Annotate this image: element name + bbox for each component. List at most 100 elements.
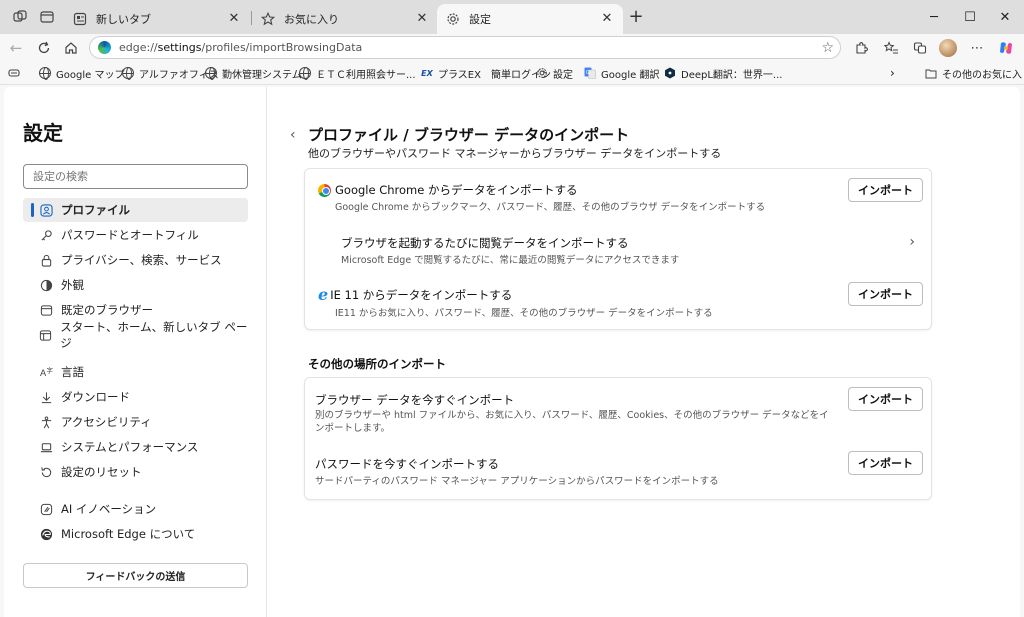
sidebar-item-label: システムとパフォーマンス xyxy=(61,440,199,454)
import-browsers-card: Google Chrome からデータをインポートする Google Chrom… xyxy=(304,168,932,330)
address-toolbar: ← edge://settings/profiles/importBrowsin… xyxy=(0,34,1024,61)
maximize-button[interactable]: ☐ xyxy=(955,6,985,28)
settings-search-input[interactable] xyxy=(23,164,248,189)
tab-settings[interactable]: 設定 ✕ xyxy=(437,4,623,34)
favorite-label: 設定 xyxy=(553,69,573,81)
favorite-item[interactable]: G Google 翻訳 xyxy=(583,65,659,81)
sidebar-item-ai-innovation[interactable]: AI イノベーション xyxy=(23,497,248,521)
sidebar-item-about[interactable]: Microsoft Edge について xyxy=(23,522,248,546)
favorite-item[interactable]: ＥＴＣ利用照会サー... xyxy=(298,65,416,81)
new-tab-page-icon xyxy=(72,11,88,27)
page-title: 設定 xyxy=(23,121,63,145)
settings-content: ‹ プロファイル / ブラウザー データのインポート 他のブラウザーやパスワード… xyxy=(268,87,1020,617)
globe-icon xyxy=(38,66,52,80)
other-favorites-folder[interactable]: その他のお気に入り xyxy=(924,65,1024,81)
profile-button[interactable] xyxy=(937,37,959,59)
row-description: Microsoft Edge で閲覧するたびに、常に最近の閲覧データにアクセスで… xyxy=(341,255,680,266)
import-ie11-button[interactable]: インポート xyxy=(848,282,923,306)
sidebar-item-label: 言語 xyxy=(61,365,84,379)
sidebar-item-downloads[interactable]: ダウンロード xyxy=(23,385,248,409)
home-button[interactable] xyxy=(60,37,82,59)
tab-favorites[interactable]: お気に入り ✕ xyxy=(252,4,438,34)
close-tab-icon[interactable]: ✕ xyxy=(414,11,430,27)
extensions-button[interactable] xyxy=(850,37,872,59)
copilot-icon xyxy=(1000,42,1012,54)
refresh-button[interactable] xyxy=(33,37,55,59)
favorites-overflow-button[interactable]: › xyxy=(890,65,895,81)
sidebar-item-system[interactable]: システムとパフォーマンス xyxy=(23,435,248,459)
add-favorite-icon[interactable]: ☆ xyxy=(821,40,834,56)
sidebar-item-label: 設定のリセット xyxy=(61,465,142,479)
settings-sidebar: 設定 プロファイル パスワードとオートフィル プライバシー、検索、サービス xyxy=(4,87,267,617)
sidebar-item-accessibility[interactable]: アクセシビリティ xyxy=(23,410,248,434)
import-browser-data-button[interactable]: インポート xyxy=(848,387,923,411)
back-button[interactable]: ← xyxy=(5,37,27,59)
favorites-bar-toggle[interactable] xyxy=(8,65,20,81)
favorite-item[interactable]: 設定 xyxy=(535,65,573,81)
favorites-button[interactable] xyxy=(880,37,902,59)
sidebar-item-profiles[interactable]: プロファイル xyxy=(23,198,248,222)
row-title: Google Chrome からデータをインポートする xyxy=(318,182,577,198)
sidebar-item-reset[interactable]: 設定のリセット xyxy=(23,460,248,484)
send-feedback-button[interactable]: フィードバックの送信 xyxy=(23,563,248,588)
sidebar-item-label: プロファイル xyxy=(61,203,130,217)
settings-page: 設定 プロファイル パスワードとオートフィル プライバシー、検索、サービス xyxy=(4,87,1020,617)
close-tab-icon[interactable]: ✕ xyxy=(599,11,615,27)
import-chrome-button[interactable]: インポート xyxy=(848,178,923,202)
appearance-icon xyxy=(39,278,53,292)
reset-icon xyxy=(39,465,53,479)
translate-icon: G xyxy=(583,66,597,80)
address-bar[interactable]: edge://settings/profiles/importBrowsingD… xyxy=(89,36,841,59)
ie-icon: e xyxy=(318,285,329,304)
minimize-button[interactable]: ─ xyxy=(919,6,949,28)
sidebar-item-languages[interactable]: A字 言語 xyxy=(23,360,248,384)
row-description: Google Chrome からブックマーク、パスワード、履歴、その他のブラウザ… xyxy=(335,202,766,213)
favorite-item[interactable]: DeepL翻訳：世界一... xyxy=(663,65,782,81)
globe-icon xyxy=(298,66,312,80)
row-description: サードパーティのパスワード マネージャー アプリケーションからパスワードをインポ… xyxy=(315,476,719,487)
sidebar-item-privacy[interactable]: プライバシー、検索、サービス xyxy=(23,248,248,272)
download-icon xyxy=(39,390,53,404)
browser-content: 設定 プロファイル パスワードとオートフィル プライバシー、検索、サービス xyxy=(0,85,1024,617)
workspaces-icon[interactable] xyxy=(11,8,29,26)
favorite-label: Google マップ xyxy=(56,69,125,81)
row-title: ブラウザー データを今すぐインポート xyxy=(315,393,515,407)
sidebar-item-appearance[interactable]: 外観 xyxy=(23,273,248,297)
sidebar-item-label: 外観 xyxy=(61,278,84,292)
chevron-right-icon: › xyxy=(890,66,895,80)
sidebar-item-passwords[interactable]: パスワードとオートフィル xyxy=(23,223,248,247)
tab-actions-icon[interactable] xyxy=(38,8,56,26)
chevron-right-icon: › xyxy=(909,234,915,250)
row-title: ブラウザを起動するたびに閲覧データをインポートする xyxy=(341,236,629,250)
collections-button[interactable] xyxy=(909,37,931,59)
folder-icon xyxy=(924,66,938,80)
star-icon xyxy=(260,11,276,27)
sidebar-item-start-home[interactable]: スタート、ホーム、新しいタブ ページ xyxy=(23,320,248,350)
favorite-label: ＥＴＣ利用照会サー... xyxy=(316,69,416,81)
tab-new-tab[interactable]: 新しいタブ ✕ xyxy=(64,4,250,34)
copilot-button[interactable] xyxy=(995,37,1017,59)
favorite-item[interactable]: EX プラスEX 簡単ログイン xyxy=(420,65,551,81)
globe-icon xyxy=(121,66,135,80)
laptop-icon xyxy=(39,440,53,454)
favorites-bar: Google マップ アルファオフィス 勤休管理システム ＥＴＣ利用照会サー..… xyxy=(0,61,1024,85)
favorite-item[interactable]: 勤休管理システム xyxy=(204,65,302,81)
row-title: パスワードを今すぐインポートする xyxy=(315,457,499,471)
accessibility-icon xyxy=(39,415,53,429)
row-description: IE11 からお気に入り、パスワード、履歴、その他のブラウザー データをインポー… xyxy=(335,308,713,319)
close-window-button[interactable]: ✕ xyxy=(990,6,1020,28)
sidebar-item-label: パスワードとオートフィル xyxy=(61,228,199,242)
import-on-launch-row[interactable]: ブラウザを起動するたびに閲覧データをインポートする Microsoft Edge… xyxy=(305,221,933,273)
browser-icon xyxy=(39,303,53,317)
new-tab-button[interactable]: + xyxy=(626,8,646,28)
back-chevron-icon[interactable]: ‹ xyxy=(290,127,296,143)
row-title: e IE 11 からデータをインポートする xyxy=(318,285,513,304)
favorite-item[interactable]: Google マップ xyxy=(38,65,124,81)
chrome-icon xyxy=(318,183,331,197)
import-other-card: ブラウザー データを今すぐインポート 別のブラウザーや html ファイルから、… xyxy=(304,377,932,500)
import-passwords-button[interactable]: インポート xyxy=(848,451,923,475)
close-tab-icon[interactable]: ✕ xyxy=(226,11,242,27)
import-chrome-row: Google Chrome からデータをインポートする Google Chrom… xyxy=(305,169,933,221)
ai-icon xyxy=(39,502,53,516)
more-menu-button[interactable]: ⋯ xyxy=(966,37,988,59)
